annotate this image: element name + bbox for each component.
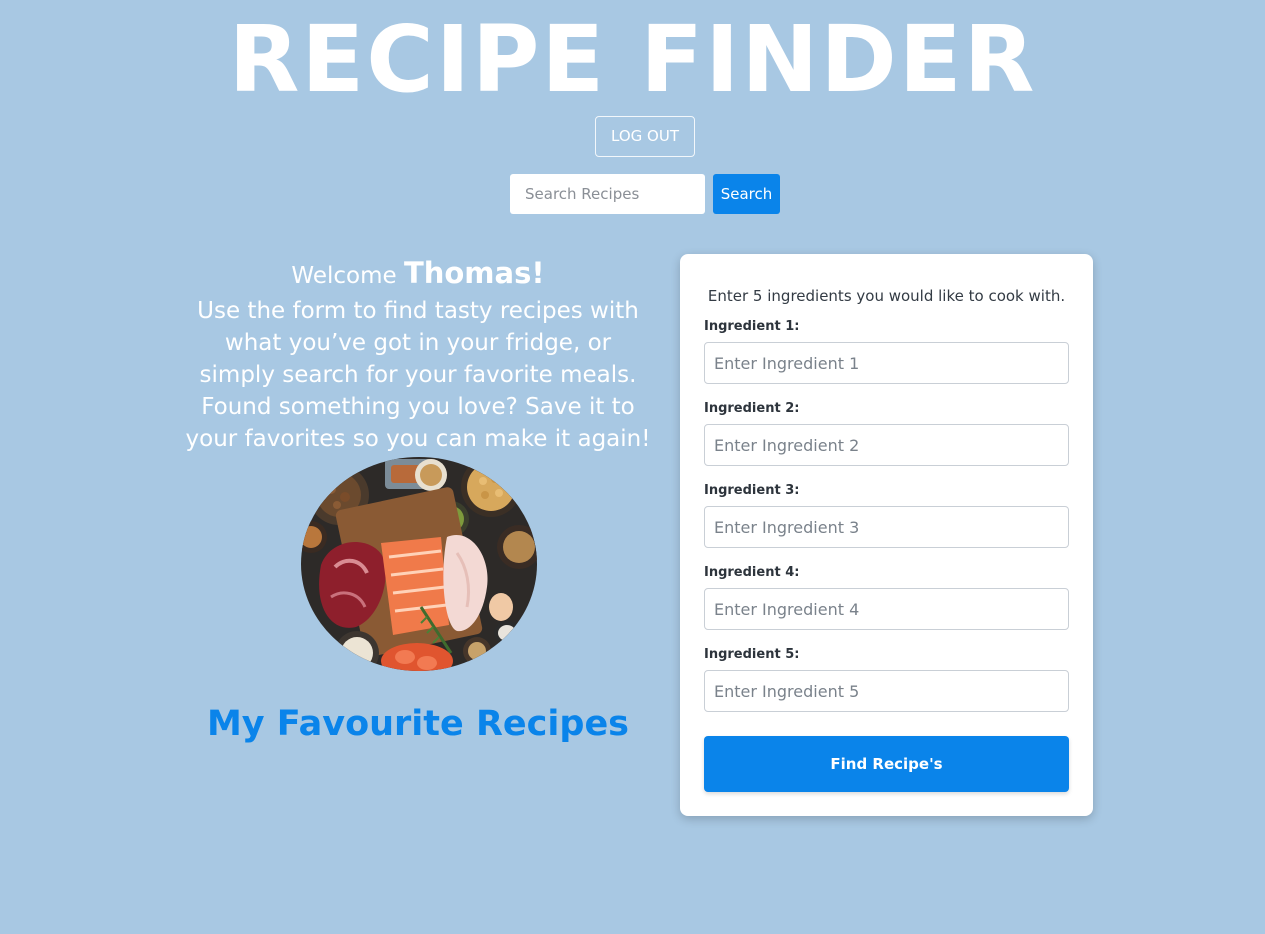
ingredient-form-intro: Enter 5 ingredients you would like to co… [707,287,1066,305]
welcome-line: Welcome Thomas! [178,254,658,295]
ingredient-2-input[interactable] [704,424,1069,466]
ingredient-2-label: Ingredient 2: [704,401,800,416]
ingredient-form-card: Enter 5 ingredients you would like to co… [680,254,1093,816]
search-button[interactable]: Search [713,174,780,214]
logout-button[interactable]: LOG OUT [595,116,695,157]
food-image [301,457,537,671]
search-input[interactable] [510,174,705,214]
intro-line: simply search for your favorite meals. [199,362,637,388]
food-ingredients-illustration [301,457,537,671]
ingredient-1-label: Ingredient 1: [704,319,800,334]
intro-line: your favorites so you can make it again! [185,426,651,452]
intro-line: Found something you love? Save it to [201,394,635,420]
find-recipes-button[interactable]: Find Recipe's [704,736,1069,792]
favourite-recipes-heading: My Favourite Recipes [206,704,630,744]
ingredient-4-input[interactable] [704,588,1069,630]
welcome-greeting: Welcome [291,263,397,289]
ingredient-5-label: Ingredient 5: [704,647,800,662]
intro-line: what you’ve got in your fridge, or [224,330,612,356]
ingredient-3-label: Ingredient 3: [704,483,800,498]
ingredient-3-input[interactable] [704,506,1069,548]
ingredient-4-label: Ingredient 4: [704,565,800,580]
ingredient-5-input[interactable] [704,670,1069,712]
intro-line: Use the form to find tasty recipes with [197,298,639,324]
ingredient-1-input[interactable] [704,342,1069,384]
welcome-section: Welcome Thomas! Use the form to find tas… [178,254,658,455]
page-title: RECIPE FINDER [228,6,1037,113]
user-name: Thomas! [403,256,545,290]
